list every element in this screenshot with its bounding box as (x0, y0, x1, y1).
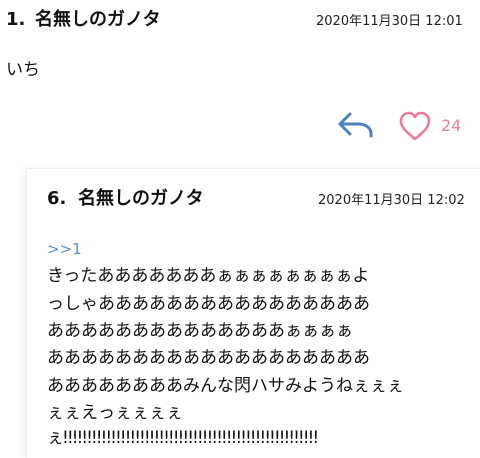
body-line: ぇ!!!!!!!!!!!!!!!!!!!!!!!!!!!!!!!!!!!!!!!… (47, 428, 319, 448)
reply-arrow-icon (338, 112, 373, 138)
body-line: あああああああああああああああああああ (47, 348, 370, 368)
body-line: ああああああああああああああぁぁぁぁ (47, 321, 353, 341)
anchor-link[interactable]: >>1 (47, 240, 82, 258)
post-1-actions: 24 (0, 110, 480, 144)
post-date: 2020年11月30日 12:02 (318, 193, 465, 208)
post-number: 1. (6, 9, 26, 30)
like-count: 24 (441, 116, 462, 135)
body-line: ぇぇえっぇぇぇぇ (47, 403, 183, 423)
body-line: っしゃああああああああああああああああ (47, 294, 370, 314)
post-1-header: 1. 名無しのガノタ 2020年11月30日 12:01 (0, 6, 480, 34)
post-date: 2020年11月30日 12:01 (316, 14, 463, 29)
reply-button[interactable] (336, 110, 376, 140)
post-author[interactable]: 名無しのガノタ (35, 8, 161, 32)
heart-icon (399, 111, 431, 141)
body-line: きったあああああああぁぁぁぁぁぁぁぁよ (47, 266, 370, 286)
post-author[interactable]: 名無しのガノタ (78, 187, 204, 211)
post-1-body: いち (6, 60, 40, 80)
post-6-header: 6. 名無しのガノタ 2020年11月30日 12:02 (0, 184, 480, 212)
divider (26, 168, 480, 169)
like-button[interactable] (398, 110, 432, 142)
post-number: 6. (47, 188, 67, 209)
body-line: ああああああああみんな閃ハサみようねぇぇぇ (47, 376, 404, 396)
